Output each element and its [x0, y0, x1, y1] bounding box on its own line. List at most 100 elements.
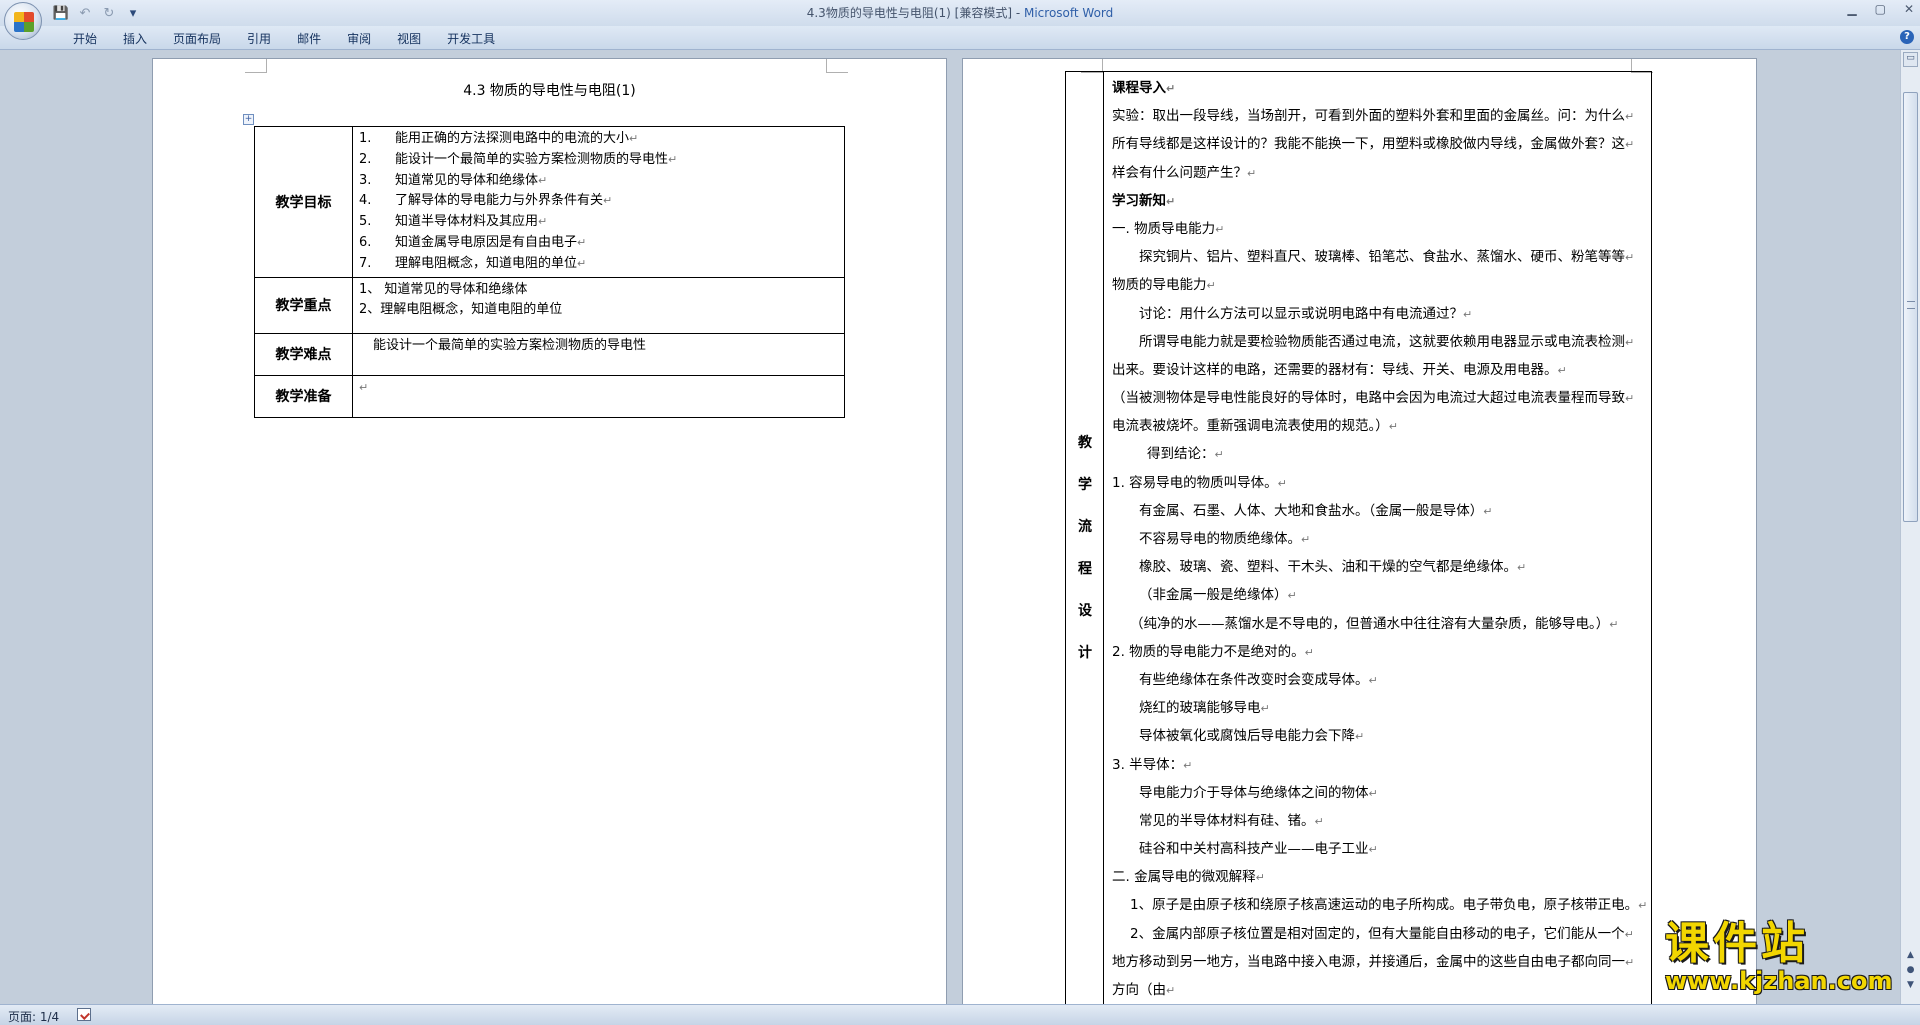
objective-number: 4.	[359, 193, 372, 209]
content-line-text: 探究铜片、铝片、塑料直尺、玻璃棒、铅笔芯、食盐水、蒸馏水、硬币、粉笔等等	[1139, 249, 1625, 266]
content-line-text: 导体被氧化或腐蚀后导电能力会下降	[1139, 728, 1355, 745]
objective-item: 7. 理解电阻概念，知道电阻的单位↵	[359, 254, 838, 275]
tab-developer[interactable]: 开发工具	[434, 30, 508, 47]
content-line-text: 出来。要设计这样的电路，还需要的器材有：导线、开关、电源及用电器。	[1112, 361, 1558, 378]
content-line: 实验：取出一段导线，当场剖开，可看到外面的塑料外套和里面的金属丝。问：为什么↵	[1112, 102, 1650, 130]
help-icon[interactable]: ?	[1900, 30, 1914, 44]
paragraph-mark: ↵	[1638, 899, 1648, 913]
content-line: 导体被氧化或腐蚀后导电能力会下降↵	[1112, 722, 1650, 750]
document-name: 4.3物质的导电性与电阻(1) [兼容模式]	[806, 6, 1012, 20]
process-content-cell[interactable]: 课程导入 ↵ 实验：取出一段导线，当场剖开，可看到外面的塑料外套和里面的金属丝。问：…	[1112, 74, 1650, 1004]
paragraph-mark: ↵	[359, 380, 369, 394]
paragraph-mark: ↵	[1247, 166, 1257, 180]
content-line-text: （当被测物体是导电性能良好的导体时，电路中会因为电流过大超过电流表量程而导致	[1112, 390, 1625, 407]
prep-cell[interactable]: ↵	[352, 374, 845, 418]
tab-page-layout[interactable]: 页面布局	[160, 30, 234, 47]
document-workspace[interactable]: 4.3 物质的导电性与电阻(1) + 教学目标 1. 能用正确的方法探测电路中的电…	[0, 50, 1900, 1004]
office-button[interactable]	[4, 2, 42, 40]
content-line: 方向（由↵	[1112, 976, 1650, 1004]
tab-view[interactable]: 视图	[384, 30, 434, 47]
paragraph-mark: ↵	[1625, 335, 1635, 349]
content-line-text: 二. 金属导电的微观解释	[1112, 869, 1256, 886]
objective-text: 理解电阻概念，知道电阻的单位	[395, 255, 578, 271]
content-line: 出来。要设计这样的电路，还需要的器材有：导线、开关、电源及用电器。↵	[1112, 356, 1650, 384]
table-move-handle-icon[interactable]: +	[243, 114, 254, 125]
objective-text: 知道常见的导体和绝缘体	[395, 172, 539, 188]
content-line: 物质的导电能力↵	[1112, 271, 1650, 299]
page-1[interactable]: 4.3 物质的导电性与电阻(1) + 教学目标 1. 能用正确的方法探测电路中的电…	[152, 58, 947, 1004]
teaching-process-table: 教 学 流 程 设 计 课程导入 ↵ 实验：取出一段导线，当场剖开，可看到外面的塑料…	[1065, 71, 1652, 1004]
content-line-text: （纯净的水——蒸馏水是不导电的，但普通水中往往溶有大量杂质，能够导电。）	[1130, 615, 1610, 632]
process-label-cell: 教 学 流 程 设 计	[1066, 72, 1104, 1004]
lesson-plan-table: 教学目标 1. 能用正确的方法探测电路中的电流的大小↵ 2. 能设计一个最简单的实验方…	[254, 126, 845, 418]
tab-references[interactable]: 引用	[234, 30, 284, 47]
content-line-text: 所有导线都是这样设计的？我能不能换一下，用塑料或橡胶做内导线，金属做外套？这	[1112, 136, 1625, 153]
close-button[interactable]: ✕	[1904, 2, 1914, 16]
objective-text: 知道金属导电原因是有自由电子	[395, 234, 578, 250]
objective-item: 3. 知道常见的导体和绝缘体↵	[359, 171, 838, 192]
content-line-text: 课程导入	[1112, 80, 1166, 96]
prep-text: ↵	[359, 378, 838, 399]
proofing-icon[interactable]	[77, 1008, 91, 1021]
content-line: 探究铜片、铝片、塑料直尺、玻璃棒、铅笔芯、食盐水、蒸馏水、硬币、粉笔等等↵	[1112, 243, 1650, 271]
grip-icon	[1907, 301, 1915, 309]
scrollbar-thumb[interactable]	[1903, 92, 1918, 522]
objective-number: 1.	[359, 131, 372, 146]
app-name: Microsoft Word	[1023, 6, 1114, 20]
content-line-text: 橡胶、玻璃、瓷、塑料、干木头、油和干燥的空气都是绝缘体。	[1139, 559, 1517, 576]
minimize-button[interactable]: ▁	[1847, 2, 1856, 16]
tab-home[interactable]: 开始	[60, 30, 110, 47]
content-line-text: 不容易导电的物质绝缘体。	[1139, 531, 1301, 547]
paragraph-mark: ↵	[1166, 984, 1176, 997]
ruler-toggle-icon[interactable]: ▭	[1903, 52, 1918, 67]
content-line: 烧红的玻璃能够导电↵	[1112, 694, 1650, 722]
paragraph-mark: ↵	[603, 194, 613, 208]
objectives-cell[interactable]: 1. 能用正确的方法探测电路中的电流的大小↵ 2. 能设计一个最简单的实验方案检测物质…	[352, 126, 845, 278]
paragraph-mark: ↵	[1388, 420, 1398, 434]
content-line: 常见的半导体材料有硅、锗。↵	[1112, 807, 1650, 835]
vertical-scrollbar[interactable]: ▭ ▲ ● ▼	[1900, 50, 1920, 1004]
content-line-text: 讨论：用什么方法可以显示或说明电路中有电流通过？	[1139, 305, 1463, 322]
paragraph-mark: ↵	[1355, 730, 1365, 744]
next-page-icon[interactable]: ▼	[1903, 980, 1918, 995]
paragraph-mark: ↵	[629, 132, 639, 145]
objective-text: 了解导体的导电能力与外界条件有关	[395, 193, 604, 209]
watermark-url: www.kjzhan.com	[1665, 967, 1893, 995]
content-line-text: 学习新知	[1112, 192, 1166, 209]
window-controls: ▁ ▢ ✕	[1847, 2, 1914, 16]
content-line-text: 所谓导电能力就是要检验物质能否通过电流，这就要依赖用电器显示或电流表检测	[1139, 333, 1625, 350]
prev-page-icon[interactable]: ▲	[1903, 950, 1918, 965]
teaching-process-label: 教 学 流 程 设 计	[1078, 435, 1092, 661]
difficulty-cell[interactable]: 能设计一个最简单的实验方案检测物质的导电性	[352, 332, 845, 376]
paragraph-mark: ↵	[1368, 843, 1378, 857]
content-line-text: 电流表被烧坏。重新强调电流表使用的规范。）	[1112, 418, 1389, 435]
content-line-text: 有些绝缘体在条件改变时会变成导体。	[1139, 671, 1369, 688]
maximize-button[interactable]: ▢	[1875, 2, 1886, 16]
content-line-text: 导电能力介于导体与绝缘体之间的物体	[1139, 784, 1369, 801]
paragraph-mark: ↵	[1609, 617, 1619, 631]
select-browse-object-icon[interactable]: ●	[1903, 965, 1918, 980]
content-line-text: 得到结论：	[1147, 446, 1215, 463]
content-line-text: 硅谷和中关村高科技产业——电子工业	[1139, 841, 1369, 858]
paragraph-mark: ↵	[1214, 448, 1224, 462]
tab-mailings[interactable]: 邮件	[284, 30, 334, 47]
content-line-text: 实验：取出一段导线，当场剖开，可看到外面的塑料外套和里面的金属丝。问：为什么	[1112, 108, 1625, 125]
content-line: 地方移动到另一地方，当电路中接入电源，并接通后，金属中的这些自由电子都向同一↵	[1112, 948, 1650, 976]
page-count[interactable]: 页面: 1/4	[8, 1008, 59, 1025]
objective-text: 知道半导体材料及其应用	[395, 214, 539, 230]
paragraph-mark: ↵	[577, 235, 587, 249]
content-line: 有些绝缘体在条件改变时会变成导体。↵	[1112, 666, 1650, 694]
objectives-label: 教学目标	[254, 126, 353, 278]
page-2[interactable]: 教 学 流 程 设 计 课程导入 ↵ 实验：取出一段导线，当场剖开，可看到外面的塑料…	[962, 58, 1757, 1004]
watermark-logo: 课件站 www.kjzhan.com	[1665, 918, 1905, 995]
paragraph-mark: ↵	[1624, 927, 1634, 941]
status-bar: 页面: 1/4	[0, 1004, 1920, 1025]
tab-insert[interactable]: 插入	[110, 30, 160, 47]
watermark-text: 课件站	[1665, 918, 1809, 969]
content-line: 所有导线都是这样设计的？我能不能换一下，用塑料或橡胶做内导线，金属做外套？这↵	[1112, 130, 1650, 158]
tab-review[interactable]: 审阅	[334, 30, 384, 47]
content-line: 学习新知↵	[1112, 187, 1650, 215]
content-line: 导电能力介于导体与绝缘体之间的物体↵	[1112, 779, 1650, 807]
paragraph-mark: ↵	[1260, 702, 1270, 716]
focus-cell[interactable]: 1、 知道常见的导体和绝缘体 2、理解电阻概念，知道电阻的单位	[352, 276, 845, 334]
